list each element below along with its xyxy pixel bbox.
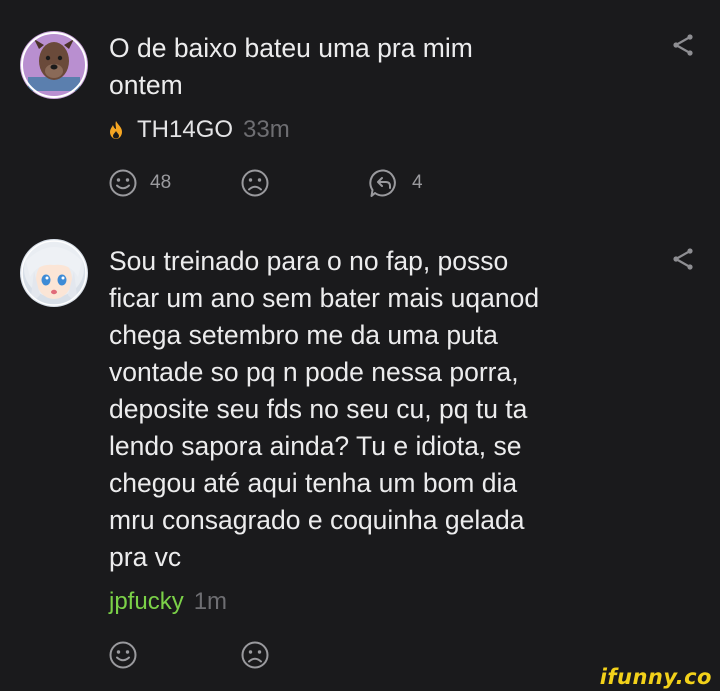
smile-button[interactable]: 48 bbox=[108, 166, 171, 200]
username[interactable]: jpfucky bbox=[109, 588, 184, 615]
comment-meta: TH14GO 33m bbox=[109, 115, 290, 145]
ifunny-watermark: ifunny.co bbox=[599, 665, 712, 689]
reply-count: 4 bbox=[412, 172, 423, 193]
smile-icon bbox=[109, 169, 137, 197]
comment-2: Sou treinado para o no fap, posso ficar … bbox=[0, 220, 720, 691]
comment-text-line: deposite seu fds no seu cu, pq tu ta bbox=[109, 394, 528, 424]
comment-text-line: O de baixo bateu uma pra mim bbox=[109, 33, 473, 63]
comment-text-line: chega setembro me da uma puta bbox=[109, 320, 498, 350]
username[interactable]: TH14GO bbox=[137, 116, 233, 143]
comment-text-line: chegou até aqui tenha um bom dia bbox=[109, 468, 518, 498]
share-icon[interactable] bbox=[668, 30, 698, 60]
comment-text-line: Sou treinado para o no fap, posso bbox=[109, 246, 509, 276]
comment-text-line: mru consagrado e coquinha gelada bbox=[109, 505, 525, 535]
smile-count: 48 bbox=[150, 172, 172, 193]
comment-text-line: ontem bbox=[109, 70, 183, 100]
comment-text-line: pra vc bbox=[109, 542, 182, 572]
comment-text: Sou treinado para o no fap, posso ficar … bbox=[109, 243, 639, 576]
comment-text: O de baixo bateu uma pra mim ontem bbox=[109, 30, 639, 104]
unsmile-button[interactable] bbox=[240, 166, 270, 200]
smile-icon bbox=[109, 641, 137, 669]
comment-text-line: vontade so pq n pode nessa porra, bbox=[109, 357, 519, 387]
comment-meta: jpfucky 1m bbox=[109, 587, 227, 617]
avatar[interactable] bbox=[20, 31, 88, 99]
avatar[interactable] bbox=[20, 239, 88, 307]
reply-button[interactable]: 4 bbox=[368, 166, 423, 200]
frown-icon bbox=[241, 641, 269, 669]
flame-icon bbox=[110, 121, 122, 139]
smile-button[interactable] bbox=[108, 638, 138, 672]
unsmile-button[interactable] bbox=[240, 638, 270, 672]
comment-text-line: lendo sapora ainda? Tu e idiota, se bbox=[109, 431, 522, 461]
frown-icon bbox=[241, 169, 269, 197]
pitbull-avatar-icon bbox=[20, 31, 88, 99]
reply-icon bbox=[369, 169, 396, 197]
share-icon[interactable] bbox=[668, 244, 698, 274]
comment-1: O de baixo bateu uma pra mim ontem TH14G… bbox=[0, 0, 720, 210]
anime-girl-avatar-icon bbox=[20, 239, 88, 307]
timestamp: 1m bbox=[193, 588, 228, 615]
comment-text-line: ficar um ano sem bater mais uqanod bbox=[109, 283, 540, 313]
timestamp: 33m bbox=[243, 116, 290, 143]
